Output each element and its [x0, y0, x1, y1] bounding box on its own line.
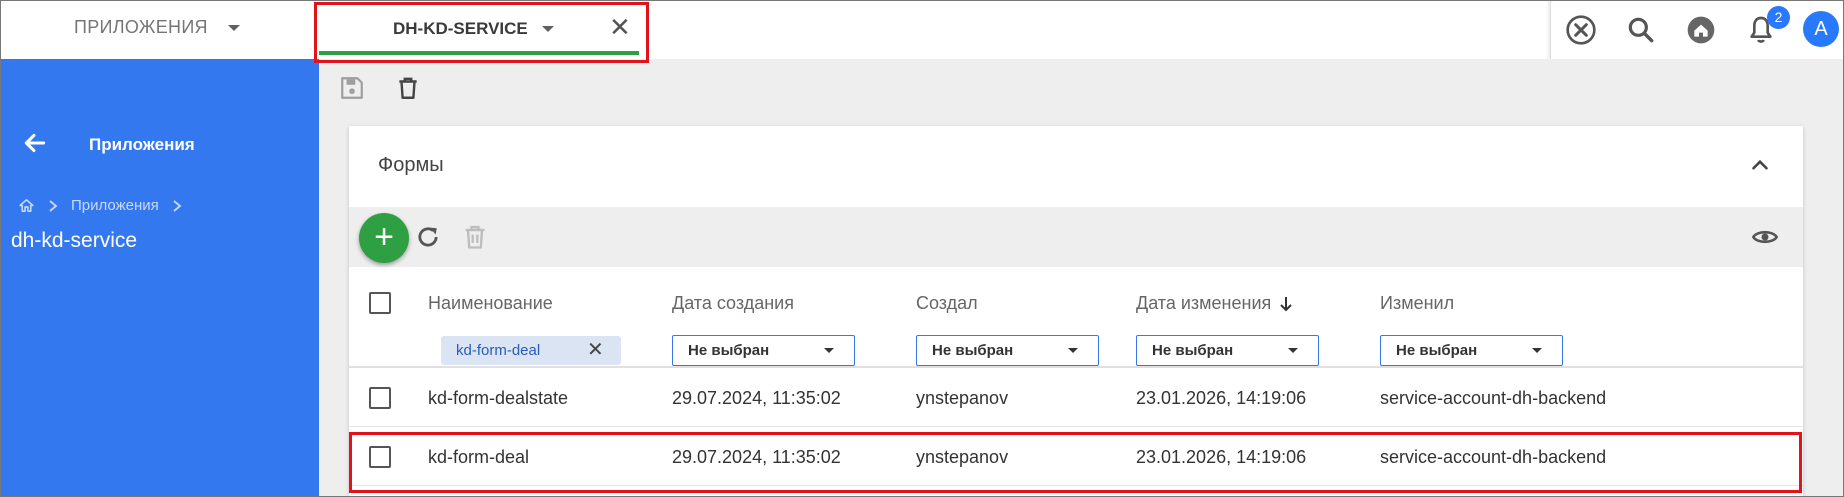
panel-title: Формы	[378, 154, 444, 176]
cell-author: ynstepanov	[916, 388, 1009, 408]
cell-modifier: service-account-dh-backend	[1380, 388, 1607, 408]
chevron-down-icon	[1532, 348, 1542, 353]
created-filter-value: Не выбран	[688, 342, 770, 359]
sort-down-icon[interactable]	[1279, 295, 1293, 313]
column-header-created[interactable]: Дата создания	[672, 293, 794, 314]
select-all-checkbox[interactable]	[369, 292, 391, 314]
highlight-frame-row	[349, 432, 1802, 493]
sidebar: Приложения Приложения dh-kd-service	[0, 59, 319, 497]
table-row[interactable]: kd-form-dealstate 29.07.2024, 11:35:02 y…	[349, 369, 1803, 427]
modified-filter-select[interactable]: Не выбран	[1136, 335, 1319, 366]
name-filter-value: kd-form-deal	[456, 342, 541, 359]
column-header-author[interactable]: Создал	[916, 293, 978, 314]
column-header-modifier[interactable]: Изменил	[1380, 293, 1454, 314]
cell-modified: 23.01.2026, 14:19:06	[1136, 388, 1307, 408]
delete-icon[interactable]	[395, 75, 421, 101]
chevron-down-icon	[1068, 348, 1078, 353]
column-header-modified-label: Дата изменения	[1136, 293, 1272, 313]
eye-icon[interactable]	[1751, 223, 1779, 251]
top-actions	[1550, 0, 1844, 59]
name-filter-chip[interactable]: kd-form-deal ✕	[441, 336, 621, 365]
cell-created: 29.07.2024, 11:35:02	[672, 388, 841, 408]
chevron-down-icon	[824, 348, 834, 353]
chevron-down-icon	[1288, 348, 1298, 353]
cancel-circle-icon[interactable]	[1565, 14, 1597, 46]
avatar[interactable]: A	[1803, 11, 1839, 47]
author-filter-value: Не выбран	[932, 342, 1014, 359]
notification-badge: 2	[1767, 6, 1790, 29]
home-icon[interactable]	[1685, 14, 1717, 46]
apps-menu-label: ПРИЛОЖЕНИЯ	[74, 17, 208, 37]
home-icon[interactable]	[18, 197, 35, 214]
row-checkbox[interactable]	[369, 387, 391, 409]
chevron-right-icon	[49, 199, 58, 212]
column-header-modified[interactable]: Дата изменения	[1136, 293, 1293, 314]
modifier-filter-select[interactable]: Не выбран	[1380, 335, 1563, 366]
breadcrumb: Приложения	[18, 197, 183, 214]
sidebar-title: Приложения	[89, 135, 195, 154]
highlight-frame-tab	[314, 2, 649, 63]
current-app-name: dh-kd-service	[11, 229, 138, 252]
breadcrumb-item-apps[interactable]: Приложения	[71, 197, 159, 214]
page-toolbar	[319, 59, 1844, 119]
created-filter-select[interactable]: Не выбран	[672, 335, 855, 366]
table-toolbar: +	[349, 207, 1803, 267]
modifier-filter-value: Не выбран	[1396, 342, 1478, 359]
top-bar: ПРИЛОЖЕНИЯ DH-KD-SERVICE ✕ 2 A	[0, 0, 1844, 59]
modified-filter-value: Не выбран	[1152, 342, 1234, 359]
close-icon[interactable]: ✕	[587, 336, 604, 365]
author-filter-select[interactable]: Не выбран	[916, 335, 1099, 366]
chevron-right-icon	[173, 199, 182, 212]
arrow-back-icon[interactable]	[22, 130, 48, 156]
chevron-up-icon[interactable]	[1747, 152, 1773, 178]
add-button[interactable]: +	[359, 213, 409, 263]
column-header-name[interactable]: Наименование	[428, 293, 553, 314]
chevron-down-icon	[227, 24, 240, 31]
delete-icon[interactable]	[461, 223, 489, 251]
save-icon[interactable]	[339, 75, 365, 101]
refresh-icon[interactable]	[414, 223, 442, 251]
search-icon[interactable]	[1625, 14, 1657, 46]
cell-name[interactable]: kd-form-dealstate	[428, 388, 568, 409]
table-header: Наименование Дата создания Создал Дата и…	[349, 267, 1803, 368]
apps-menu[interactable]: ПРИЛОЖЕНИЯ	[74, 17, 240, 38]
